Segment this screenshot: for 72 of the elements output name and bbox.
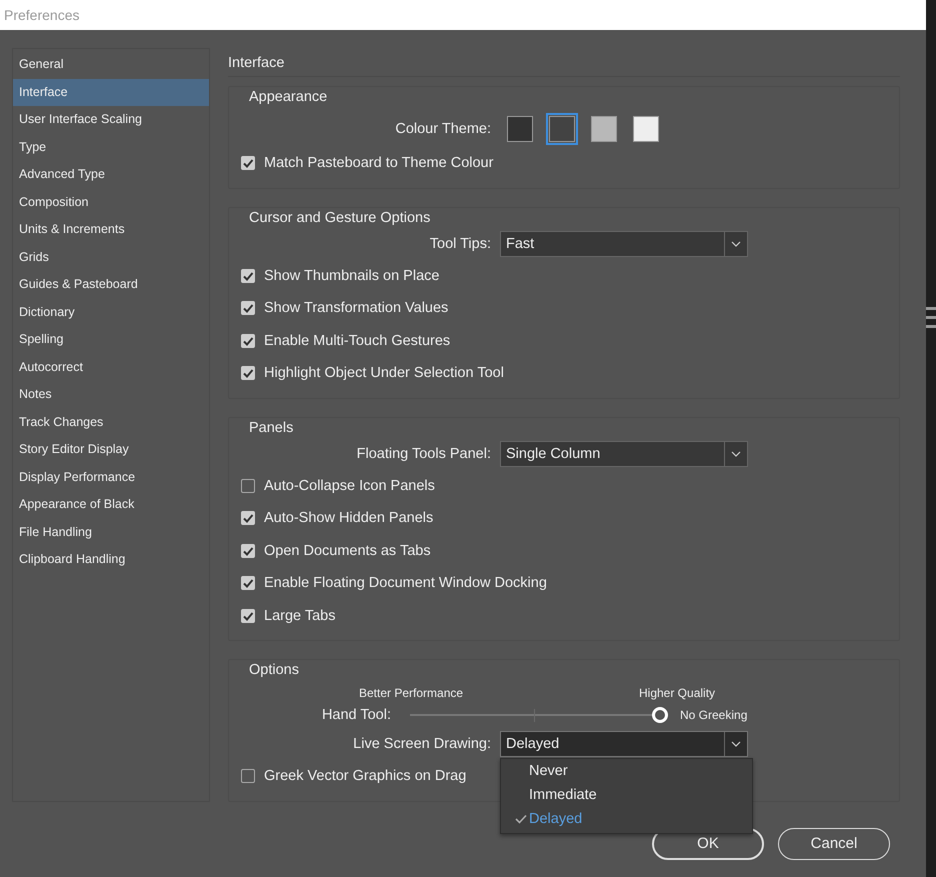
checkbox-label: Highlight Object Under Selection Tool: [264, 365, 504, 382]
theme-swatch[interactable]: [588, 113, 620, 145]
checkbox[interactable]: [241, 511, 255, 526]
checkbox-label: Match Pasteboard to Theme Colour: [264, 155, 494, 172]
theme-swatch[interactable]: [630, 113, 662, 145]
caret-icon: [731, 240, 741, 246]
field-label: Hand Tool:: [320, 707, 391, 723]
checkbox[interactable]: [241, 301, 255, 316]
checkbox-label: Show Transformation Values: [264, 300, 448, 316]
checkbox[interactable]: [241, 544, 255, 558]
field-label: Tool Tips:: [428, 236, 491, 252]
cancel-button[interactable]: Cancel: [778, 828, 890, 860]
checkbox[interactable]: [241, 478, 255, 493]
sidebar-item[interactable]: General: [13, 51, 209, 78]
sidebar-item[interactable]: Dictionary: [13, 298, 209, 326]
sidebar-item[interactable]: Track Changes: [13, 408, 209, 436]
checkbox-label: Enable Multi-Touch Gestures: [264, 332, 450, 349]
dropdown[interactable]: Delayed: [500, 731, 748, 757]
sidebar-item[interactable]: Display Performance: [13, 464, 209, 491]
checkbox-label: Show Thumbnails on Place: [264, 268, 440, 284]
checkbox[interactable]: [241, 156, 255, 170]
checkbox-label: Auto-Show Hidden Panels: [264, 510, 434, 526]
check-icon: [515, 814, 527, 824]
sidebar-item[interactable]: Guides & Pasteboard: [13, 271, 209, 298]
sidebar-item[interactable]: Notes: [13, 381, 209, 408]
sidebar-item[interactable]: Clipboard Handling: [13, 546, 209, 574]
sidebar-item[interactable]: File Handling: [13, 518, 209, 546]
field-label: Live Screen Drawing:: [352, 736, 491, 752]
checkbox-label: Large Tabs: [264, 608, 336, 624]
theme-swatch[interactable]: [504, 113, 536, 145]
sidebar-item[interactable]: Grids: [13, 244, 209, 271]
checkbox-label: Enable Floating Document Window Docking: [264, 575, 547, 592]
checkbox[interactable]: [241, 576, 255, 590]
menu-item[interactable]: Immediate: [501, 783, 752, 807]
slider-value: No Greeking: [680, 708, 748, 722]
checkbox[interactable]: [241, 769, 255, 784]
sidebar-item[interactable]: Story Editor Display: [13, 436, 209, 464]
sidebar-item[interactable]: Advanced Type: [13, 161, 209, 188]
field-label: Colour Theme:: [394, 121, 491, 137]
group-title: Cursor and Gesture Options: [249, 208, 430, 228]
slider-caption: Higher Quality: [639, 686, 716, 700]
sidebar-item[interactable]: Autocorrect: [13, 354, 209, 381]
sidebar-item[interactable]: Type: [13, 134, 209, 161]
slider-thumb[interactable]: [652, 707, 668, 723]
checkbox[interactable]: [241, 268, 255, 283]
sidebar-item[interactable]: User Interface Scaling: [13, 106, 209, 134]
field-label: Floating Tools Panel:: [356, 446, 491, 462]
sidebar-item[interactable]: Composition: [13, 188, 209, 216]
window-title: Preferences: [3, 7, 80, 23]
group-title: Appearance: [249, 88, 328, 107]
menu-item[interactable]: Never: [501, 759, 752, 783]
slider-caption: Better Performance: [359, 686, 464, 700]
grip-icon: [926, 306, 936, 330]
theme-swatch[interactable]: [546, 113, 578, 145]
dropdown[interactable]: Fast: [500, 230, 748, 256]
dropdown[interactable]: Single Column: [500, 440, 748, 466]
checkbox-label: Greek Vector Graphics on Drag: [264, 768, 466, 784]
checkbox[interactable]: [241, 334, 255, 348]
group-title: Options: [249, 661, 299, 680]
section-title: Interface: [228, 48, 900, 77]
group-title: Panels: [249, 418, 294, 438]
checkbox-label: Auto-Collapse Icon Panels: [264, 478, 435, 494]
sidebar-item[interactable]: Appearance of Black: [13, 491, 209, 518]
sidebar-item[interactable]: Units & Increments: [13, 216, 209, 244]
sidebar-item[interactable]: Interface: [13, 78, 209, 106]
checkbox-label: Open Documents as Tabs: [264, 542, 431, 559]
caret-icon: [731, 450, 741, 456]
checkbox[interactable]: [241, 366, 255, 380]
ok-button[interactable]: OK: [652, 828, 764, 860]
checkbox[interactable]: [241, 608, 255, 623]
caret-icon: [731, 741, 741, 747]
sidebar-item[interactable]: Spelling: [13, 326, 209, 354]
